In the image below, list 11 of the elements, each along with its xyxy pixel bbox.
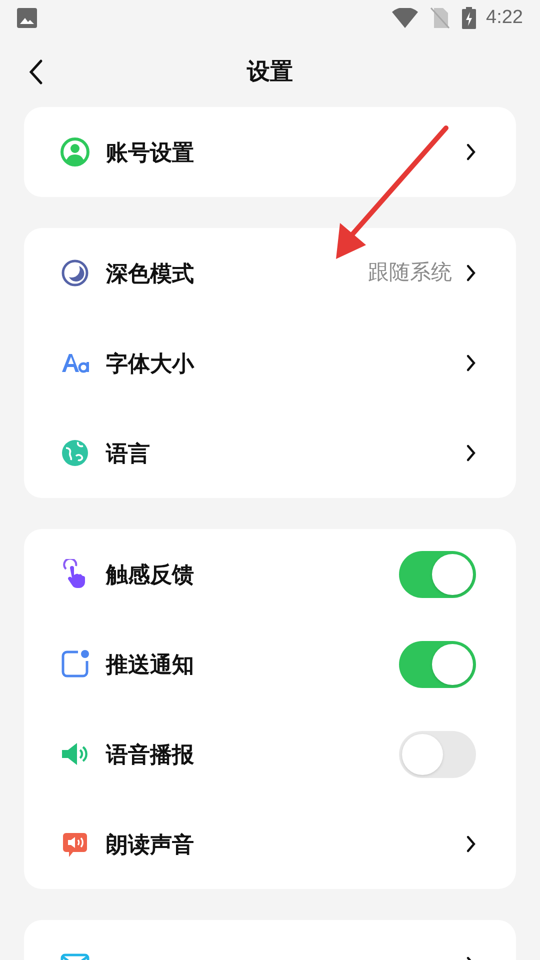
setting-label: 账号设置 — [106, 138, 194, 166]
setting-value: 跟随系统 — [368, 260, 452, 286]
page-title: 设置 — [247, 56, 293, 86]
status-time: 4:22 — [486, 6, 523, 30]
setting-label: 深色模式 — [106, 260, 194, 288]
setting-label: 推送通知 — [106, 650, 194, 678]
setting-label: 语言 — [106, 440, 150, 468]
setting-label: 触感反馈 — [106, 560, 194, 588]
setting-label: 语音播报 — [106, 740, 194, 768]
setting-label: 朗读声音 — [106, 830, 194, 858]
setting-label: 字体大小 — [106, 350, 194, 378]
